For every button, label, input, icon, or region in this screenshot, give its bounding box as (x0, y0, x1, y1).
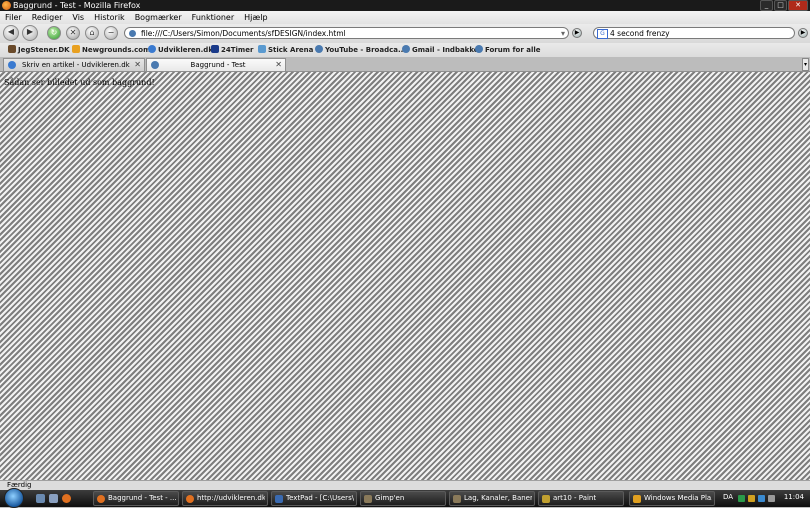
show-desktop-icon[interactable] (36, 494, 45, 503)
gimp-icon (453, 495, 461, 503)
menu-bar: Filer Rediger Vis Historik Bogmærker Fun… (0, 11, 810, 24)
system-tray: DA 11:04 (720, 491, 810, 506)
bookmark-forum[interactable]: Forum for alle (475, 44, 541, 56)
page-globe-icon (129, 30, 136, 37)
tray-icon[interactable] (738, 495, 745, 502)
bookmark-youtube[interactable]: YouTube - Broadca... (315, 44, 406, 56)
taskbar-item-gimp[interactable]: Gimp'en (360, 491, 446, 506)
bookmark-newgrounds[interactable]: Newgrounds.com (72, 44, 150, 56)
page-text: Sådan ser billedet ud som baggrund! (4, 78, 155, 87)
minus-icon[interactable]: − (104, 26, 118, 40)
close-button[interactable]: ✕ (788, 0, 808, 11)
24timer-icon (211, 45, 219, 53)
menu-historik[interactable]: Historik (89, 11, 130, 24)
taskbar-item-paint[interactable]: art10 - Paint (538, 491, 624, 506)
globe-icon (151, 61, 159, 69)
language-indicator[interactable]: DA (723, 491, 733, 504)
window-title: Baggrund - Test - Mozilla Firefox (13, 1, 141, 10)
menu-rediger[interactable]: Rediger (27, 11, 68, 24)
menu-vis[interactable]: Vis (67, 11, 89, 24)
clock[interactable]: 11:04 (784, 491, 804, 504)
menu-filer[interactable]: Filer (0, 11, 27, 24)
taskbar: Baggrund - Test - ... http://udvikleren.… (0, 488, 810, 508)
globe-icon (315, 45, 323, 53)
taskbar-item-baggrund[interactable]: Baggrund - Test - ... (93, 491, 179, 506)
firefox-icon[interactable] (62, 494, 71, 503)
udvikleren-icon (8, 61, 16, 69)
address-input[interactable]: file:///C:/Users/Simon/Documents/sfDESIG… (141, 28, 346, 39)
tab-baggrund[interactable]: Baggrund - Test ✕ (146, 58, 286, 71)
textpad-icon (275, 495, 283, 503)
udvikleren-icon (148, 45, 156, 53)
search-input[interactable]: 4 second frenzy (610, 28, 670, 39)
bookmark-24timer[interactable]: 24Timer (211, 44, 253, 56)
menu-bogmaerker[interactable]: Bogmærker (130, 11, 187, 24)
tray-icon[interactable] (748, 495, 755, 502)
forward-button[interactable]: ▶ (22, 25, 38, 41)
switch-windows-icon[interactable] (49, 494, 58, 503)
gimp-icon (364, 495, 372, 503)
tab-label: Baggrund - Test (190, 61, 246, 69)
back-button[interactable]: ◀ (3, 25, 19, 41)
bookmark-stick-arena[interactable]: Stick Arena (258, 44, 313, 56)
tab-label: Skriv en artikel - Udvikleren.dk - ... (22, 61, 130, 69)
taskbar-item-textpad[interactable]: TextPad - [C:\Users\... (271, 491, 357, 506)
page-content: Sådan ser billedet ud som baggrund! (0, 72, 810, 480)
title-bar: Baggrund - Test - Mozilla Firefox _ □ ✕ (0, 0, 810, 11)
stop-button[interactable]: ✕ (66, 26, 80, 40)
bookmark-gmail[interactable]: Gmail - Indbakke (402, 44, 479, 56)
taskbar-item-media-player[interactable]: Windows Media Pla... (629, 491, 715, 506)
status-bar: Færdig (0, 480, 810, 490)
maximize-button[interactable]: □ (774, 0, 787, 11)
reload-button[interactable]: ↻ (47, 26, 61, 40)
dropdown-icon[interactable]: ▾ (561, 28, 565, 39)
taskbar-item-gimp-layers[interactable]: Lag, Kanaler, Baner, ... (449, 491, 535, 506)
tab-list-button[interactable]: ▾ (802, 58, 809, 71)
paint-icon (542, 495, 550, 503)
search-bar[interactable]: G 4 second frenzy (593, 27, 795, 39)
tab-close-icon[interactable]: ✕ (134, 59, 141, 71)
tab-bar: Skriv en artikel - Udvikleren.dk - ... ✕… (0, 57, 810, 72)
firefox-icon (186, 495, 194, 503)
firefox-icon (2, 1, 11, 10)
navigation-toolbar: ◀ ▶ ↻ ✕ ⌂ − file:///C:/Users/Simon/Docum… (0, 24, 810, 43)
menu-funktioner[interactable]: Funktioner (187, 11, 239, 24)
bookmark-jegstener[interactable]: JegStener.DK (8, 44, 70, 56)
home-button[interactable]: ⌂ (85, 26, 99, 40)
volume-icon[interactable] (768, 495, 775, 502)
search-go-button[interactable]: ▶ (798, 28, 808, 38)
firefox-icon (97, 495, 105, 503)
minimize-button[interactable]: _ (760, 0, 773, 11)
tab-udvikleren[interactable]: Skriv en artikel - Udvikleren.dk - ... ✕ (3, 58, 145, 71)
address-bar[interactable]: file:///C:/Users/Simon/Documents/sfDESIG… (124, 27, 569, 39)
globe-icon (475, 45, 483, 53)
stick-arena-icon (258, 45, 266, 53)
network-icon[interactable] (758, 495, 765, 502)
globe-icon (402, 45, 410, 53)
start-button[interactable] (4, 488, 24, 508)
menu-hjaelp[interactable]: Hjælp (239, 11, 272, 24)
favicon-icon (8, 45, 16, 53)
bookmarks-toolbar: JegStener.DK Newgrounds.com Udvikleren.d… (0, 43, 810, 57)
bookmark-udvikleren[interactable]: Udvikleren.dk (148, 44, 213, 56)
google-icon[interactable]: G (597, 29, 608, 39)
window-controls: _ □ ✕ (760, 0, 808, 11)
tab-close-icon[interactable]: ✕ (275, 59, 282, 71)
newgrounds-icon (72, 45, 80, 53)
go-button[interactable]: ▶ (572, 28, 582, 38)
media-player-icon (633, 495, 641, 503)
taskbar-item-udvikleren[interactable]: http://udvikleren.dk... (182, 491, 268, 506)
